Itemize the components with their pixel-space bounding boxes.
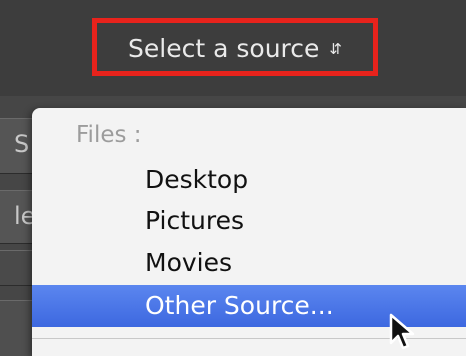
menu-group-heading-files: Files :	[76, 122, 142, 148]
updown-arrows-icon: ⇵	[329, 39, 342, 58]
menu-item-desktop[interactable]: Desktop	[32, 160, 466, 200]
arrow-cursor-icon	[389, 313, 415, 350]
menu-item-movies[interactable]: Movies	[32, 243, 466, 283]
select-source-button[interactable]: Select a source ⇵	[92, 18, 378, 76]
select-source-label: Select a source	[128, 33, 320, 63]
menu-item-pictures[interactable]: Pictures	[32, 201, 466, 241]
background-partial-text: S	[14, 130, 30, 158]
